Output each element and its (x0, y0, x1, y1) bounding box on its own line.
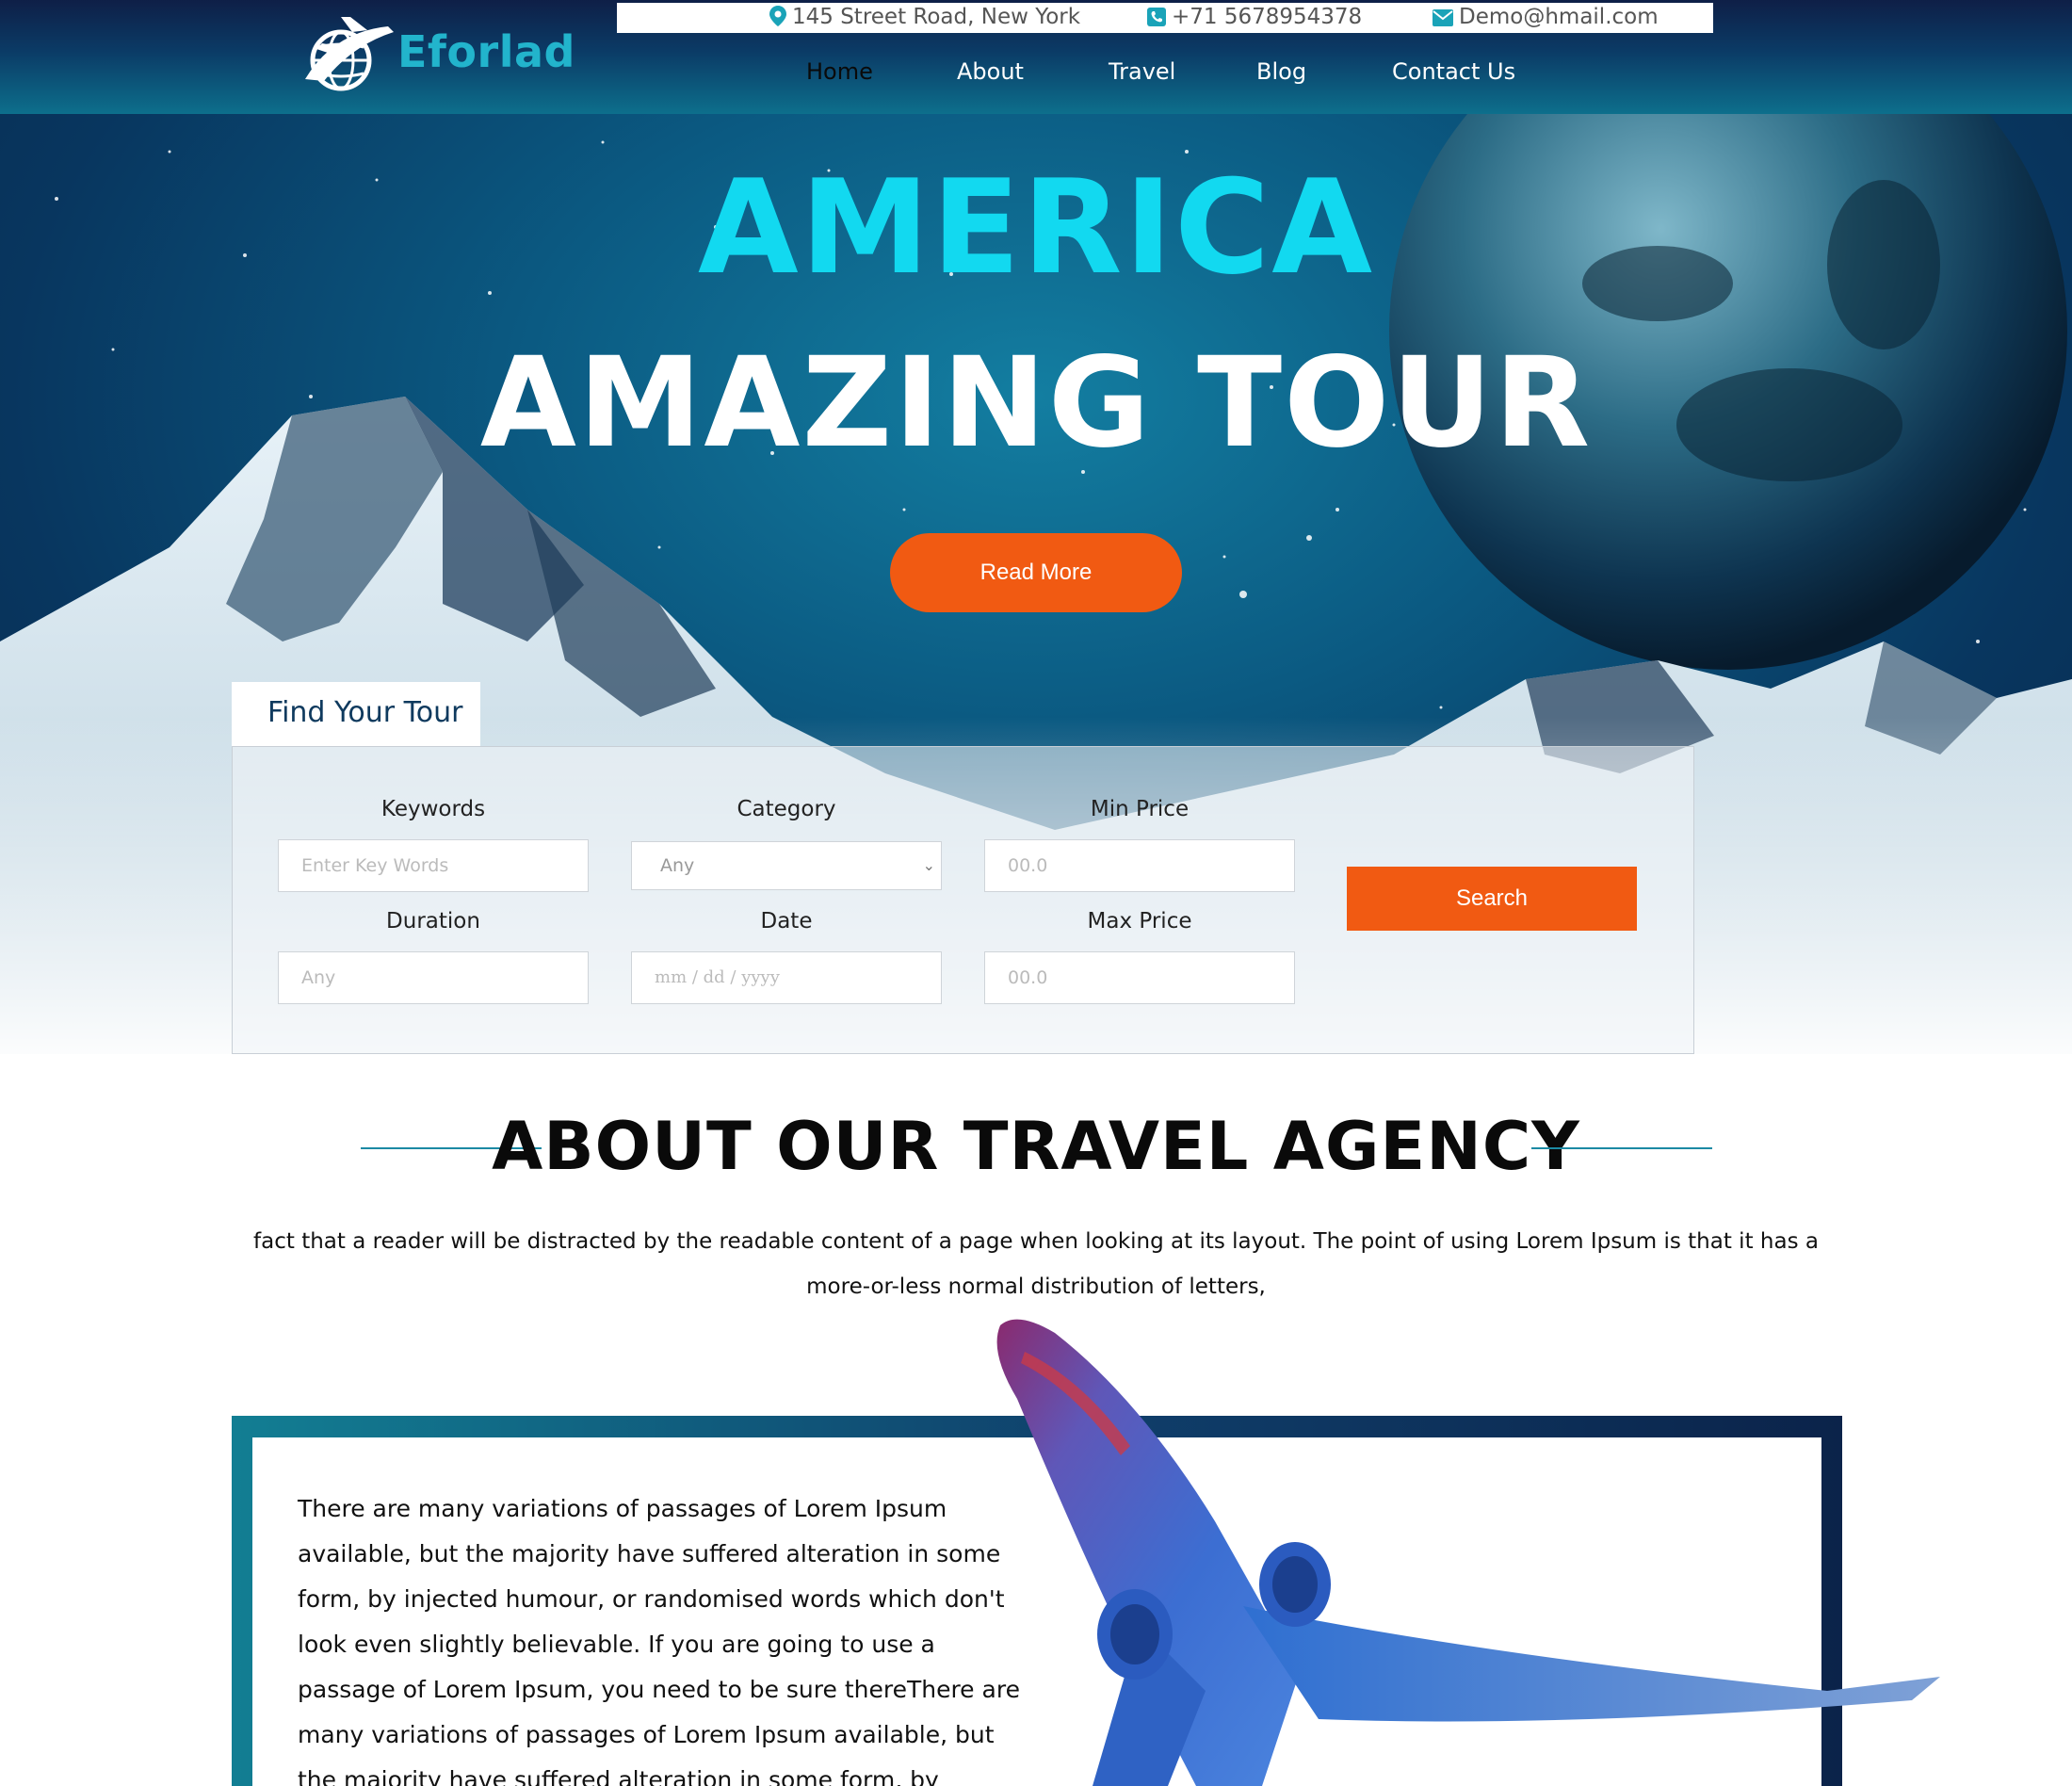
address-text: 145 Street Road, New York (792, 5, 1081, 29)
date-input[interactable]: mm / dd / yyyy (631, 951, 942, 1004)
title-divider-right (1531, 1147, 1712, 1149)
phone-icon (1147, 8, 1166, 26)
read-more-button[interactable]: Read More (890, 533, 1182, 612)
duration-label: Duration (386, 909, 480, 934)
airplane-image (996, 1319, 1940, 1786)
find-your-tour-tab[interactable]: Find Your Tour (232, 682, 480, 746)
chevron-down-icon: ⌄ (922, 856, 935, 874)
contact-phone[interactable]: +71 5678954378 (1147, 5, 1362, 29)
max-price-label: Max Price (1087, 909, 1192, 934)
about-intro-text: fact that a reader will be distracted by… (253, 1229, 1819, 1299)
hero-title-line2: AMAZING TOUR (479, 331, 1593, 476)
duration-input[interactable]: Any (278, 951, 589, 1004)
site-header: Eforlad 145 Street Road, New York +71 56… (0, 0, 2072, 114)
nav-travel[interactable]: Travel (1109, 58, 1175, 85)
nav-blog[interactable]: Blog (1256, 58, 1306, 85)
nav-contact-us[interactable]: Contact Us (1392, 58, 1515, 85)
find-your-tour-label: Find Your Tour (267, 696, 463, 729)
envelope-icon (1433, 9, 1453, 26)
email-text: Demo@hmail.com (1459, 5, 1659, 29)
hero-title-line1: AMERICA (697, 152, 1375, 303)
phone-text: +71 5678954378 (1172, 5, 1363, 29)
contact-email[interactable]: Demo@hmail.com (1433, 5, 1659, 29)
search-button[interactable]: Search (1347, 867, 1637, 931)
max-price-input[interactable]: 00.0 (984, 951, 1295, 1004)
main-nav: Home About Travel Blog Contact Us (0, 57, 2072, 94)
date-label: Date (760, 909, 813, 934)
contact-address: 145 Street Road, New York (769, 5, 1080, 29)
nav-home[interactable]: Home (806, 58, 873, 85)
about-title: ABOUT OUR TRAVEL AGENCY (492, 1108, 1580, 1185)
about-body-text: There are many variations of passages of… (298, 1495, 1020, 1786)
min-price-label: Min Price (1090, 797, 1190, 821)
category-value: Any (660, 855, 695, 876)
keywords-input[interactable]: Enter Key Words (278, 839, 589, 892)
min-price-input[interactable]: 00.0 (984, 839, 1295, 892)
category-select[interactable]: Any ⌄ (631, 841, 942, 890)
category-label: Category (737, 797, 836, 821)
keywords-label: Keywords (380, 797, 486, 821)
nav-about[interactable]: About (957, 58, 1024, 85)
map-pin-icon (769, 6, 786, 26)
contact-bar: 145 Street Road, New York +71 5678954378… (617, 3, 1713, 33)
